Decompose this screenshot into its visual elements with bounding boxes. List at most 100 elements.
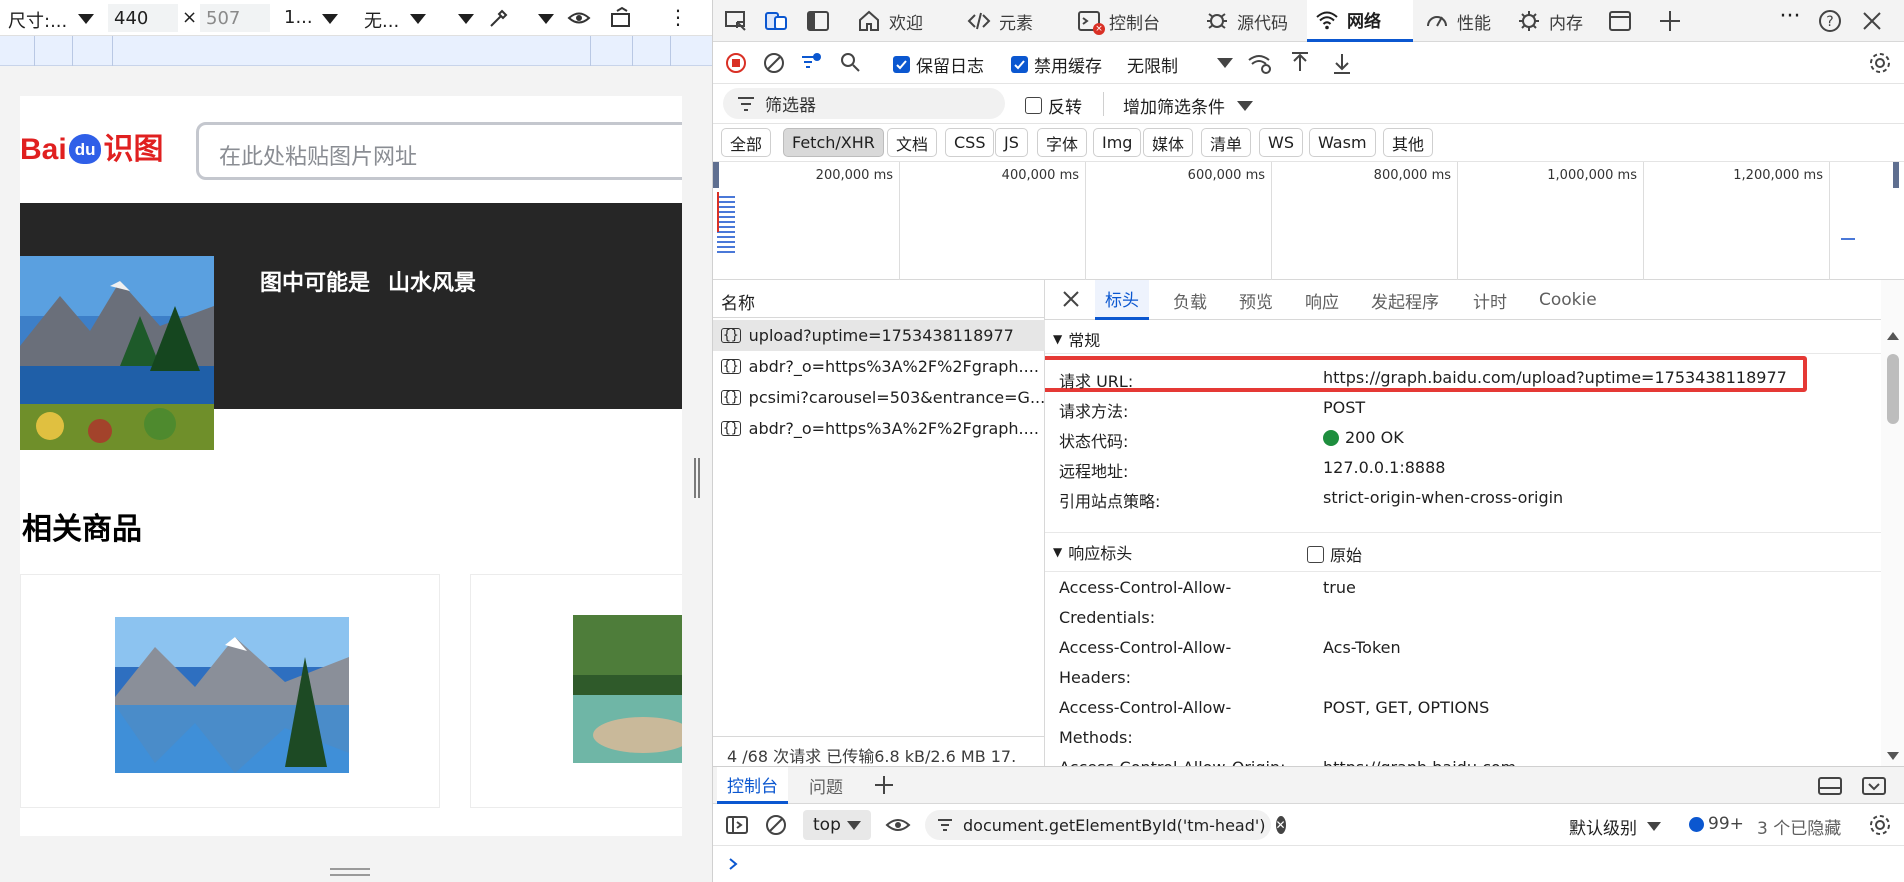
type-filter-manifest[interactable]: 清单 [1201,128,1252,157]
tab-headers[interactable]: 标头 [1095,280,1149,320]
chevron-down-icon[interactable] [410,14,426,24]
chevron-down-icon[interactable] [78,14,94,24]
checkbox-checked-icon[interactable] [1011,56,1028,73]
dimensions-dropdown[interactable]: 尺寸:... [8,7,67,33]
live-expression-eye-icon[interactable] [885,814,911,836]
general-section-header[interactable]: ▼ 常规 [1045,324,1881,354]
resize-grip[interactable] [330,868,370,876]
settings-gear-icon[interactable] [1867,50,1893,76]
filter-input[interactable]: 筛选器 [723,88,1005,119]
header-value[interactable]: POST, GET, OPTIONS [1323,698,1489,717]
header-value[interactable]: true [1323,578,1356,597]
type-filter-all[interactable]: 全部 [721,128,772,157]
application-icon[interactable] [1607,8,1633,34]
chevron-down-icon[interactable] [458,14,474,24]
header-value[interactable]: strict-origin-when-cross-origin [1323,488,1563,507]
tab-timing[interactable]: 计时 [1463,280,1517,320]
product-card[interactable] [20,574,440,808]
help-icon[interactable]: ? [1817,8,1843,34]
tab-console[interactable]: × 控制台 [1069,0,1168,42]
result-label[interactable]: 山水风景 [388,271,476,296]
raw-headers-checkbox[interactable]: 原始 [1307,542,1362,566]
request-row[interactable]: {} abdr?_o=https%3A%2F%2Fgraph.... [713,413,1045,444]
clear-icon[interactable] [763,52,785,74]
header-value[interactable]: POST [1323,398,1365,417]
scrollbar-thumb[interactable] [1887,354,1899,424]
type-filter-wasm[interactable]: Wasm [1309,128,1376,157]
dock-drawer-icon[interactable] [1817,775,1843,797]
tab-performance[interactable]: 性能 [1417,0,1499,42]
request-row[interactable]: {} upload?uptime=1753438118977 [713,320,1045,351]
context-selector[interactable]: top [803,810,871,840]
eyedropper-icon[interactable] [486,5,512,31]
type-filter-js[interactable]: JS [995,128,1028,157]
status-code-value[interactable]: 200 OK [1323,428,1404,447]
zoom-dropdown[interactable]: 1... [284,7,313,28]
tab-initiator[interactable]: 发起程序 [1361,280,1449,320]
timeline-handle[interactable] [1893,162,1899,188]
inspect-icon[interactable] [723,8,749,34]
drawer-tab-console[interactable]: 控制台 [717,767,788,804]
baidu-logo[interactable]: Bai du 识图 [20,124,163,168]
header-value[interactable]: https://graph.baidu.com [1323,758,1516,766]
sidebar-toggle-icon[interactable] [725,814,749,836]
header-value[interactable]: 127.0.0.1:8888 [1323,458,1445,477]
media-query-ruler[interactable] [0,36,712,66]
timeline-handle[interactable] [713,162,719,188]
record-stop-icon[interactable] [725,52,747,74]
response-headers-section-header[interactable]: ▼ 响应标头 [1045,532,1881,572]
name-column-header[interactable]: 名称 [713,280,1045,318]
chevron-down-icon[interactable] [538,14,554,24]
chevron-down-icon[interactable] [1217,58,1233,68]
scroll-up-icon[interactable] [1887,332,1899,340]
request-row[interactable]: {} pcsimi?carousel=503&entrance=G... [713,382,1045,413]
type-filter-media[interactable]: 媒体 [1143,128,1194,157]
tab-network[interactable]: 网络 [1307,0,1413,42]
resize-handle[interactable] [694,458,700,498]
product-image[interactable] [115,617,349,773]
landscape-thumbnail[interactable] [20,256,214,450]
invert-checkbox[interactable]: 反转 [1025,93,1082,118]
close-drawer-icon[interactable] [1861,775,1887,797]
export-har-icon[interactable] [1331,51,1353,75]
request-row[interactable]: {} abdr?_o=https%3A%2F%2Fgraph.... [713,351,1045,382]
device-toggle-icon[interactable] [763,8,789,34]
add-tab-icon[interactable] [873,774,895,796]
console-settings-gear-icon[interactable] [1867,812,1893,838]
eye-icon[interactable] [566,5,592,31]
console-filter-input[interactable]: document.getElementById('tm-head') ✕ [925,810,1286,840]
network-conditions-icon[interactable] [1247,51,1273,75]
tab-sources[interactable]: 源代码 [1197,0,1296,42]
product-card[interactable] [470,574,682,808]
drawer-tab-issues[interactable]: 问题 [799,767,853,804]
tab-response[interactable]: 响应 [1295,280,1349,320]
header-value[interactable]: Acs-Token [1323,638,1401,657]
tab-preview[interactable]: 预览 [1229,280,1283,320]
close-icon[interactable] [1061,289,1081,309]
height-input[interactable] [200,4,270,32]
scrollbar[interactable] [1881,280,1904,766]
add-tab-icon[interactable] [1657,8,1683,34]
type-filter-doc[interactable]: 文档 [887,128,938,157]
close-icon[interactable] [1859,8,1885,34]
type-filter-css[interactable]: CSS [945,128,995,157]
tab-payload[interactable]: 负载 [1163,280,1217,320]
tab-cookies[interactable]: Cookie [1529,280,1607,320]
type-filter-other[interactable]: 其他 [1383,128,1434,157]
issues-counter[interactable]: 99+ [1689,814,1744,834]
checkbox-checked-icon[interactable] [893,56,910,73]
filter-active-icon[interactable] [799,50,823,74]
request-url-value[interactable]: https://graph.baidu.com/upload?uptime=17… [1323,368,1787,387]
disable-cache-checkbox[interactable]: 禁用缓存 [1011,52,1102,77]
type-filter-font[interactable]: 字体 [1037,128,1088,157]
console-prompt[interactable] [713,846,1904,882]
width-input[interactable] [108,4,178,32]
rotate-icon[interactable] [608,5,634,31]
import-har-icon[interactable] [1289,51,1311,75]
type-filter-img[interactable]: Img [1093,128,1142,157]
clear-console-icon[interactable] [765,814,787,836]
scroll-down-icon[interactable] [1887,752,1899,760]
log-level-dropdown[interactable]: 默认级别 [1569,814,1661,839]
dock-sidebar-icon[interactable] [805,8,831,34]
throttle-dropdown[interactable]: 无... [364,7,399,33]
